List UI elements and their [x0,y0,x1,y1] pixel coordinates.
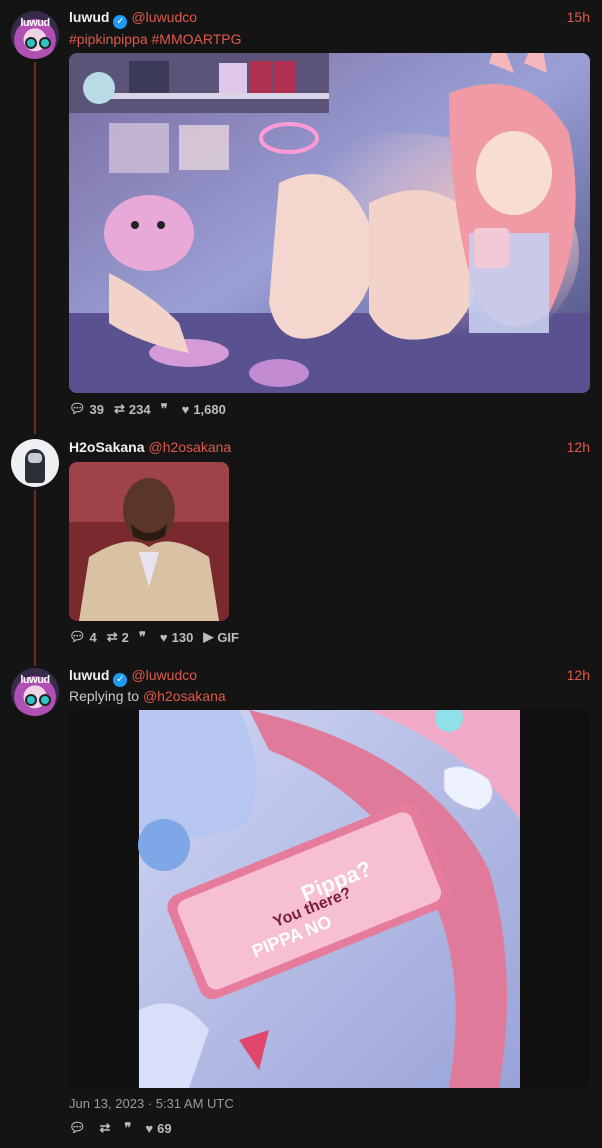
like-count: 130 [171,629,194,645]
thread-line [34,62,36,434]
avatar[interactable] [11,439,59,487]
avatar-eye [25,37,37,49]
retweet-count: 234 [128,401,151,417]
retweet-count: 2 [121,629,129,645]
user-handle[interactable]: @luwudco [131,9,197,25]
avatar-eye [25,694,37,706]
avatar-eye [39,37,51,49]
verified-badge-icon: ✓ [113,15,128,29]
quote-action[interactable]: ❞ [161,401,172,417]
display-name[interactable]: luwud [69,9,109,25]
like-action[interactable]: ♥ 69 [145,1121,171,1136]
verified-badge-icon: ✓ [113,673,128,687]
quote-action[interactable]: ❞ [139,629,150,645]
like-action[interactable]: ♥ 130 [160,630,193,645]
gif-label: GIF [217,629,239,645]
like-count: 1,680 [193,401,226,417]
heart-icon: ♥ [181,401,190,417]
quote-icon: ❞ [160,401,168,416]
tweet-gif[interactable] [69,462,229,621]
tweet-time[interactable]: 12h [567,667,590,683]
tweet-timestamp[interactable]: Jun 13, 2023 · 5:31 AM UTC [69,1096,234,1111]
display-name[interactable]: H2oSakana [69,439,144,455]
reply-action[interactable]: 💬︎ [69,1120,90,1136]
user-handle[interactable]: @luwudco [131,667,197,683]
comment-icon: 💬︎ [69,401,86,416]
tweet-stats: 💬︎ ⇄ ❞ ♥ 69 [69,1120,172,1136]
thread-line [34,490,36,666]
quote-action[interactable]: ❞ [124,1120,135,1136]
tweet-image[interactable] [69,53,590,393]
avatar[interactable]: luwud [11,11,59,59]
retweet-action[interactable]: ⇄ [100,1120,115,1136]
reaction-gif-image [69,462,229,621]
anime-bedroom-illustration [69,53,590,393]
tweet-header: H2oSakana @h2osakana [69,439,231,455]
avatar-face [28,453,42,463]
tweet-image[interactable]: Pippa? You there? PIPPA NO [69,710,590,1088]
replying-to: Replying to @h2osakana [69,688,226,704]
tweet-header: luwud ✓ @luwudco [69,9,197,29]
display-name[interactable]: luwud [69,667,109,683]
avatar-label: luwud [20,17,50,29]
replying-to-handle[interactable]: @h2osakana [143,688,226,704]
tweet-stats: 💬︎ 4 ⇄ 2 ❞ ♥ 130 ▶ GIF [69,629,239,645]
quote-icon: ❞ [138,629,146,644]
retweet-icon: ⇄ [106,629,118,644]
heart-icon: ♥ [159,629,168,645]
retweet-icon: ⇄ [99,1120,111,1135]
heart-icon: ♥ [145,1120,154,1136]
tweet-time[interactable]: 15h [567,9,590,25]
tweet-time[interactable]: 12h [567,439,590,455]
reply-count: 39 [89,401,104,417]
tweet-stats: 💬︎ 39 ⇄ 234 ❞ ♥ 1,680 [69,401,226,417]
comment-icon: 💬︎ [69,1120,86,1135]
like-action[interactable]: ♥ 1,680 [182,402,226,417]
tweet-header: luwud ✓ @luwudco [69,667,197,687]
retweet-icon: ⇄ [113,401,125,416]
avatar-label: luwud [20,674,50,686]
play-icon: ▶ [203,629,214,644]
gif-indicator: ▶ GIF [203,629,239,645]
comment-icon: 💬︎ [69,629,86,644]
replying-prefix: Replying to [69,688,140,704]
retweet-action[interactable]: ⇄ 234 [114,401,151,417]
quote-icon: ❞ [124,1120,132,1135]
reply-count: 4 [89,629,97,645]
retweet-action[interactable]: ⇄ 2 [107,629,129,645]
avatar[interactable]: luwud [11,668,59,716]
reply-action[interactable]: 💬︎ 4 [69,629,97,645]
hashtags[interactable]: #pipkinpippa #MMOARTPG [69,31,241,47]
user-handle[interactable]: @h2osakana [148,439,231,455]
reply-action[interactable]: 💬︎ 39 [69,401,104,417]
avatar-eye [39,694,51,706]
phone-illustration: Pippa? You there? PIPPA NO [138,710,520,1088]
like-count: 69 [157,1120,172,1136]
